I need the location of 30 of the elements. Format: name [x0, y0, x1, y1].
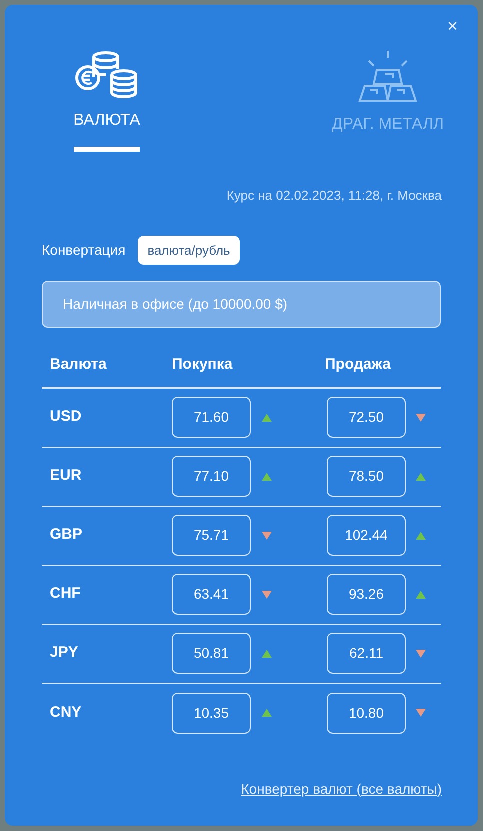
conversion-label: Конвертация	[42, 240, 126, 260]
buy-rate-field: 75.71	[172, 515, 251, 556]
buy-rate-field: 77.10	[172, 456, 251, 497]
currency-code: EUR	[49, 466, 83, 486]
close-button[interactable]: ×	[447, 17, 458, 35]
buy-rate-field: 50.81	[172, 633, 251, 674]
sell-rate-field: 10.80	[327, 692, 406, 734]
cash-option-field[interactable]: Наличная в офисе (до 10000.00 $)	[42, 281, 441, 328]
buy-rate-field: 71.60	[172, 397, 251, 438]
rate-date-text: Курс на 02.02.2023, 11:28, г. Москва	[226, 187, 442, 205]
sell-rate-field: 72.50	[327, 397, 406, 438]
currency-code: JPY	[49, 643, 80, 664]
column-header: Валюта	[49, 355, 108, 375]
currency-code: GBP	[49, 525, 84, 546]
currency-code: CNY	[49, 702, 83, 723]
column-header: Продажа	[324, 355, 391, 375]
coins-icon	[74, 51, 140, 99]
tab[interactable]: ВАЛЮТА	[74, 51, 140, 152]
conversion-toggle[interactable]: валюта/рубль	[138, 236, 240, 265]
currency-code: CHF	[49, 584, 82, 604]
sell-rate-field: 62.11	[327, 633, 406, 674]
converter-link[interactable]: Конвертер валют (все валюты)	[241, 778, 442, 800]
buy-rate-field: 10.35	[172, 692, 251, 734]
sell-rate-field: 78.50	[327, 456, 406, 497]
sell-rate-field: 102.44	[327, 515, 406, 556]
column-header: Покупка	[171, 355, 234, 375]
currency-code: USD	[49, 407, 83, 428]
sell-rate-field: 93.26	[327, 574, 406, 615]
tab[interactable]: ДРАГ. МЕТАЛЛ	[332, 51, 444, 156]
buy-rate-field: 63.41	[172, 574, 251, 615]
